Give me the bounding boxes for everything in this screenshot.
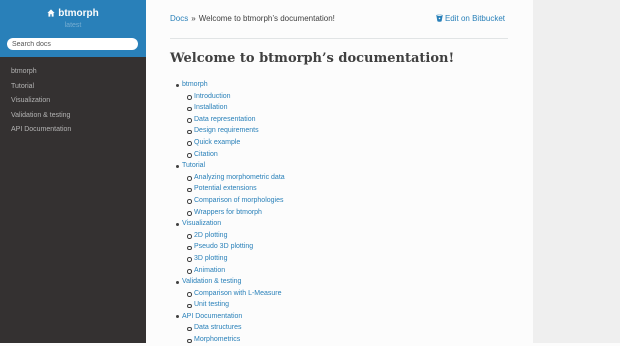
project-home-link[interactable]: btmorph — [0, 0, 146, 19]
toc-item-validation-testing[interactable]: Validation & testing — [146, 276, 285, 288]
breadcrumb-separator: » — [191, 14, 196, 23]
sidebar: btmorph latest btmorph Tutorial Visualiz… — [0, 0, 146, 343]
toc-subitem[interactable]: Unit testing — [146, 299, 285, 311]
sidebar-item-visualization[interactable]: Visualization — [0, 94, 146, 109]
toc-item-btmorph[interactable]: btmorph — [146, 79, 285, 91]
search-input[interactable] — [7, 38, 138, 50]
toc-subitem[interactable]: 2D plotting — [146, 230, 285, 242]
breadcrumb-current: Welcome to btmorph’s documentation! — [198, 14, 335, 23]
sidebar-item-btmorph[interactable]: btmorph — [0, 65, 146, 80]
toc-subitem[interactable]: Morphometrics — [146, 334, 285, 346]
breadcrumb-docs-link[interactable]: Docs — [170, 14, 188, 23]
project-name: btmorph — [58, 8, 99, 19]
toc-subitem[interactable]: 3D plotting — [146, 253, 285, 265]
bitbucket-icon — [436, 14, 443, 22]
version-label: latest — [64, 22, 82, 29]
toc-subitem[interactable]: Potential extensions — [146, 183, 285, 195]
main-content: Docs» Welcome to btmorph’s documentation!… — [146, 0, 533, 343]
edit-link-label: Edit on Bitbucket — [444, 14, 505, 23]
sidebar-item-tutorial[interactable]: Tutorial — [0, 80, 146, 95]
table-of-contents: btmorph Introduction Installation Data r… — [146, 79, 285, 346]
toc-subitem[interactable]: Design requirements — [146, 125, 285, 137]
header-divider — [170, 38, 508, 39]
toc-subitem[interactable]: Animation — [146, 265, 285, 277]
toc-item-api-documentation[interactable]: API Documentation — [146, 311, 285, 323]
toc-subitem[interactable]: Comparison with L-Measure — [146, 288, 285, 300]
page-title: Welcome to btmorph’s documentation! — [170, 51, 455, 66]
toc-subitem[interactable]: Citation — [146, 149, 285, 161]
toc-subitem[interactable]: Quick example — [146, 137, 285, 149]
sidebar-item-api-documentation[interactable]: API Documentation — [0, 123, 146, 138]
toc-item-visualization[interactable]: Visualization — [146, 218, 285, 230]
sidebar-item-validation-testing[interactable]: Validation & testing — [0, 109, 146, 124]
breadcrumb: Docs» Welcome to btmorph’s documentation! — [170, 14, 335, 23]
toc-subitem[interactable]: Installation — [146, 102, 285, 114]
home-icon — [47, 9, 55, 17]
toc-subitem[interactable]: Wrappers for btmorph — [146, 207, 285, 219]
toc-subitem[interactable]: Data structures — [146, 322, 285, 334]
edit-on-bitbucket-link[interactable]: Edit on Bitbucket — [436, 14, 505, 23]
toc-subitem[interactable]: Introduction — [146, 91, 285, 103]
toc-subitem[interactable]: Data representation — [146, 114, 285, 126]
sidebar-nav: btmorph Tutorial Visualization Validatio… — [0, 57, 146, 138]
toc-item-tutorial[interactable]: Tutorial — [146, 160, 285, 172]
toc-subitem[interactable]: Pseudo 3D plotting — [146, 241, 285, 253]
toc-subitem[interactable]: Analyzing morphometric data — [146, 172, 285, 184]
right-margin-area — [533, 0, 620, 343]
toc-subitem[interactable]: Comparison of morphologies — [146, 195, 285, 207]
